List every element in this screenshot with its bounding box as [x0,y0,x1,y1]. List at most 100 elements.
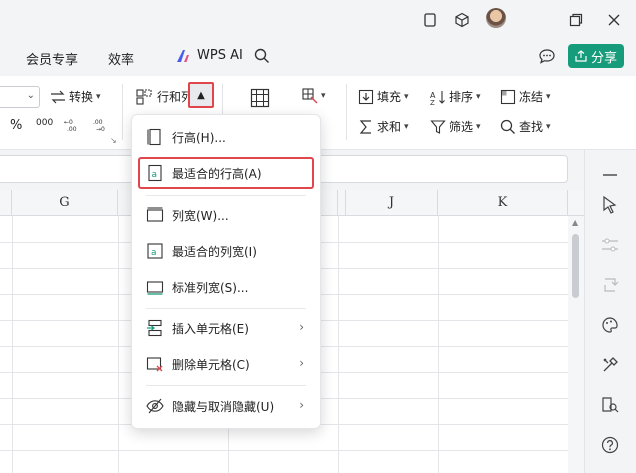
scroll-up-icon[interactable]: ▲ [572,218,578,227]
row-and-column-button[interactable]: 行和列 [136,88,193,105]
dialog-launcher-icon[interactable]: ↘ [110,136,117,145]
row-column-icon [136,88,152,105]
decrease-decimal-icon[interactable]: .00 →0 [93,118,111,132]
column-width-icon [146,207,164,222]
minimize-panel-icon[interactable] [599,164,621,186]
filter-icon [430,119,446,134]
thousands-separator-button[interactable]: 000 [36,118,53,128]
chevron-down-icon: ▾ [546,121,551,132]
sort-icon: AZ [430,90,445,105]
tools-icon[interactable] [599,354,621,376]
menu-item-hide-unhide[interactable]: 隐藏与取消隐藏(U) › [138,390,314,422]
maximize-icon[interactable] [566,10,586,30]
svg-text:←0: ←0 [64,119,73,126]
convert-label: 转换 [69,90,94,104]
transfer-icon[interactable] [599,274,621,296]
conditional-format-button[interactable]: ▾ [302,88,326,104]
hide-unhide-icon [146,398,164,414]
filter-button[interactable]: 筛选 ▾ [430,118,481,135]
side-panel [584,150,636,473]
ribbon-separator [346,84,347,140]
sliders-icon[interactable] [599,234,621,256]
share-label: 分享 [590,50,617,66]
convert-button[interactable]: 转换 ▾ [50,88,101,105]
share-icon [575,50,587,62]
menu-separator [146,308,306,309]
menu-item-row-height[interactable]: 行高(H)... [138,121,314,153]
worksheet-button[interactable] [250,88,270,108]
menu-item-autofit-row-height[interactable]: a 最适合的行高(A) [138,157,314,189]
scrollbar-thumb[interactable] [572,234,579,298]
convert-icon [51,90,65,103]
autofit-row-height-icon: a [148,164,162,182]
freeze-label: 冻结 [519,90,544,104]
wps-ai-label: WPS AI [197,48,243,63]
grid-line [338,216,339,473]
chevron-right-icon: › [299,320,304,334]
svg-text:.00: .00 [67,126,77,132]
number-format-select[interactable]: ⌄ [0,86,40,108]
chevron-down-icon: ▾ [476,121,481,132]
fill-icon [358,89,374,104]
menu-item-label: 插入单元格(E) [172,322,249,336]
theme-palette-icon[interactable] [599,314,621,336]
column-header[interactable]: J [346,190,438,216]
filter-label: 筛选 [449,120,474,134]
find-label: 查找 [519,120,544,134]
chevron-down-icon: ▾ [404,121,409,132]
vertical-scrollbar[interactable]: ▲ [568,216,584,473]
row-height-icon [147,128,161,146]
wps-ai-button[interactable]: WPS AI [176,48,243,63]
menu-item-label: 最适合的行高(A) [172,167,262,181]
sort-button[interactable]: AZ 排序 ▾ [430,88,481,105]
menu-bar: 会员专享 效率 WPS AI 分享 [0,40,636,76]
menu-item-column-width[interactable]: 列宽(W)... [138,199,314,231]
menu-item-label: 标准列宽(S)... [172,281,249,295]
svg-text:a: a [151,248,157,258]
window-restore-icon[interactable] [420,10,440,30]
column-header[interactable] [0,190,12,216]
ribbon-separator [122,84,123,140]
autofit-column-width-icon: a [147,243,163,259]
close-icon[interactable] [604,10,624,30]
find-button[interactable]: 查找 ▾ [500,118,551,135]
menu-item-insert-cells[interactable]: 插入单元格(E) › [138,312,314,344]
thousands-label: 000 [36,118,54,128]
menu-item-autofit-column-width[interactable]: a 最适合的列宽(I) [138,235,314,267]
user-avatar[interactable] [486,8,506,28]
freeze-button[interactable]: 冻结 ▾ [500,88,551,105]
percent-button[interactable]: % [10,118,22,133]
increase-decimal-icon[interactable]: ←0.00 [64,118,82,132]
wps-ai-icon [177,49,189,62]
column-header[interactable] [338,190,346,216]
reading-search-icon[interactable] [599,394,621,416]
grid-line [12,216,13,473]
sum-button[interactable]: 求和 ▾ [358,118,409,135]
find-icon [500,119,515,134]
share-button[interactable]: 分享 [568,44,624,68]
tab-member[interactable]: 会员专享 [26,49,78,68]
menu-item-standard-column-width[interactable]: 标准列宽(S)... [138,271,314,303]
title-bar [0,0,636,40]
column-header[interactable]: K [438,190,568,216]
chevron-down-icon: ▾ [546,91,551,102]
help-icon[interactable] [599,434,621,456]
tab-efficiency[interactable]: 效率 [108,49,134,68]
svg-text:a: a [152,170,158,180]
freeze-icon [500,89,516,104]
insert-cells-icon [147,319,162,337]
row-column-dropdown-button[interactable]: ▲ [188,82,214,108]
svg-text:→0: →0 [96,126,105,132]
search-icon[interactable] [252,46,272,66]
fill-button[interactable]: 填充 ▾ [358,88,409,105]
select-pointer-icon[interactable] [599,194,621,216]
menu-item-label: 删除单元格(C) [172,358,250,372]
menu-separator [146,385,306,386]
grid-line [118,216,119,473]
chevron-up-icon: ▲ [197,89,205,101]
chat-icon[interactable] [537,46,557,66]
column-header[interactable]: G [12,190,118,216]
menu-item-delete-cells[interactable]: 删除单元格(C) › [138,348,314,380]
cube-icon[interactable] [452,10,472,30]
svg-text:Z: Z [430,99,435,105]
